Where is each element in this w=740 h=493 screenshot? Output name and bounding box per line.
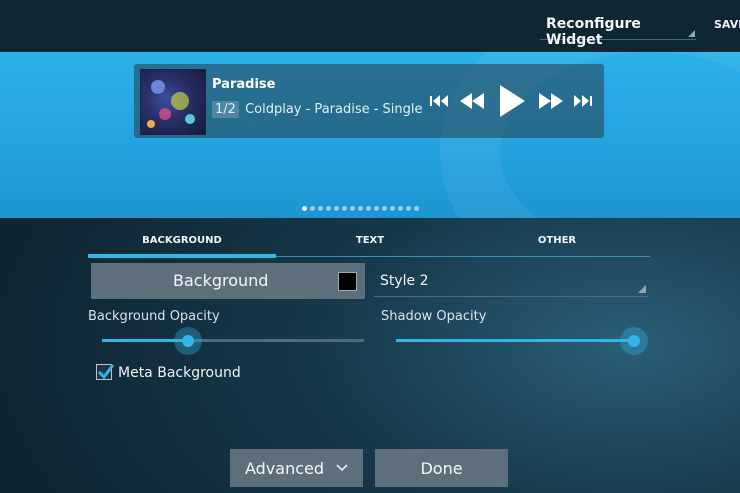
page-dot bbox=[302, 206, 307, 211]
settings-tabs: BACKGROUND TEXT OTHER bbox=[88, 224, 650, 258]
play-button[interactable] bbox=[498, 64, 526, 138]
skip-forward-icon bbox=[574, 95, 592, 107]
page-dot bbox=[398, 206, 403, 211]
fast-forward-button[interactable] bbox=[538, 64, 564, 138]
save-button[interactable]: SAVE bbox=[714, 18, 740, 31]
music-widget[interactable]: Paradise 1/2 Coldplay - Paradise - Singl… bbox=[134, 64, 604, 138]
page-dot bbox=[342, 206, 347, 211]
style-spinner[interactable]: Style 2 bbox=[374, 263, 648, 297]
page-dot bbox=[326, 206, 331, 211]
widget-title: Reconfigure Widget bbox=[546, 16, 641, 48]
page-dot bbox=[382, 206, 387, 211]
page-dot bbox=[390, 206, 395, 211]
skip-back-icon bbox=[430, 95, 448, 107]
page-dot bbox=[350, 206, 355, 211]
action-bar: Reconfigure Widget SAVE bbox=[0, 0, 740, 52]
spinner-triangle-icon bbox=[638, 285, 646, 293]
advanced-button-label: Advanced bbox=[244, 458, 325, 478]
widget-preview: Paradise 1/2 Coldplay - Paradise - Singl… bbox=[0, 52, 740, 218]
advanced-button[interactable]: Advanced bbox=[230, 449, 363, 487]
background-button-label: Background bbox=[173, 271, 269, 290]
rewind-button[interactable] bbox=[459, 64, 485, 138]
shadow-opacity-fill bbox=[396, 339, 634, 342]
album-art bbox=[140, 69, 206, 135]
rewind-icon bbox=[460, 93, 484, 109]
track-info: 1/2 Coldplay - Paradise - Single bbox=[212, 101, 423, 118]
page-dot bbox=[374, 206, 379, 211]
page-dot bbox=[318, 206, 323, 211]
page-dot bbox=[358, 206, 363, 211]
widget-title-spinner[interactable]: Reconfigure Widget bbox=[540, 10, 696, 48]
background-opacity-thumb[interactable] bbox=[174, 327, 202, 355]
color-swatch bbox=[338, 272, 357, 291]
shadow-opacity-thumb[interactable] bbox=[620, 327, 648, 355]
style-value: Style 2 bbox=[380, 273, 429, 289]
check-icon bbox=[97, 364, 115, 380]
skip-forward-button[interactable] bbox=[572, 64, 592, 138]
track-index: 1/2 bbox=[212, 101, 239, 118]
track-meta: Coldplay - Paradise - Single bbox=[245, 102, 423, 117]
spinner-triangle-icon bbox=[688, 30, 695, 37]
tab-background[interactable]: BACKGROUND bbox=[88, 224, 276, 258]
meta-background-checkbox[interactable] bbox=[96, 364, 115, 380]
page-indicator bbox=[302, 206, 419, 211]
page-dot bbox=[406, 206, 411, 211]
page-dot bbox=[334, 206, 339, 211]
tab-other[interactable]: OTHER bbox=[464, 224, 650, 257]
skip-back-button[interactable] bbox=[430, 64, 450, 138]
play-icon bbox=[500, 85, 525, 117]
fast-forward-icon bbox=[539, 93, 563, 109]
page-dot bbox=[310, 206, 315, 211]
meta-background-label: Meta Background bbox=[118, 365, 241, 381]
page-dot bbox=[366, 206, 371, 211]
chevron-down-icon bbox=[336, 464, 348, 472]
page-dot bbox=[414, 206, 419, 211]
tab-text[interactable]: TEXT bbox=[276, 224, 464, 257]
background-color-button[interactable]: Background bbox=[91, 263, 365, 299]
background-opacity-label: Background Opacity bbox=[88, 309, 220, 324]
track-title: Paradise bbox=[212, 77, 276, 92]
done-button[interactable]: Done bbox=[375, 449, 508, 487]
shadow-opacity-label: Shadow Opacity bbox=[381, 309, 487, 324]
